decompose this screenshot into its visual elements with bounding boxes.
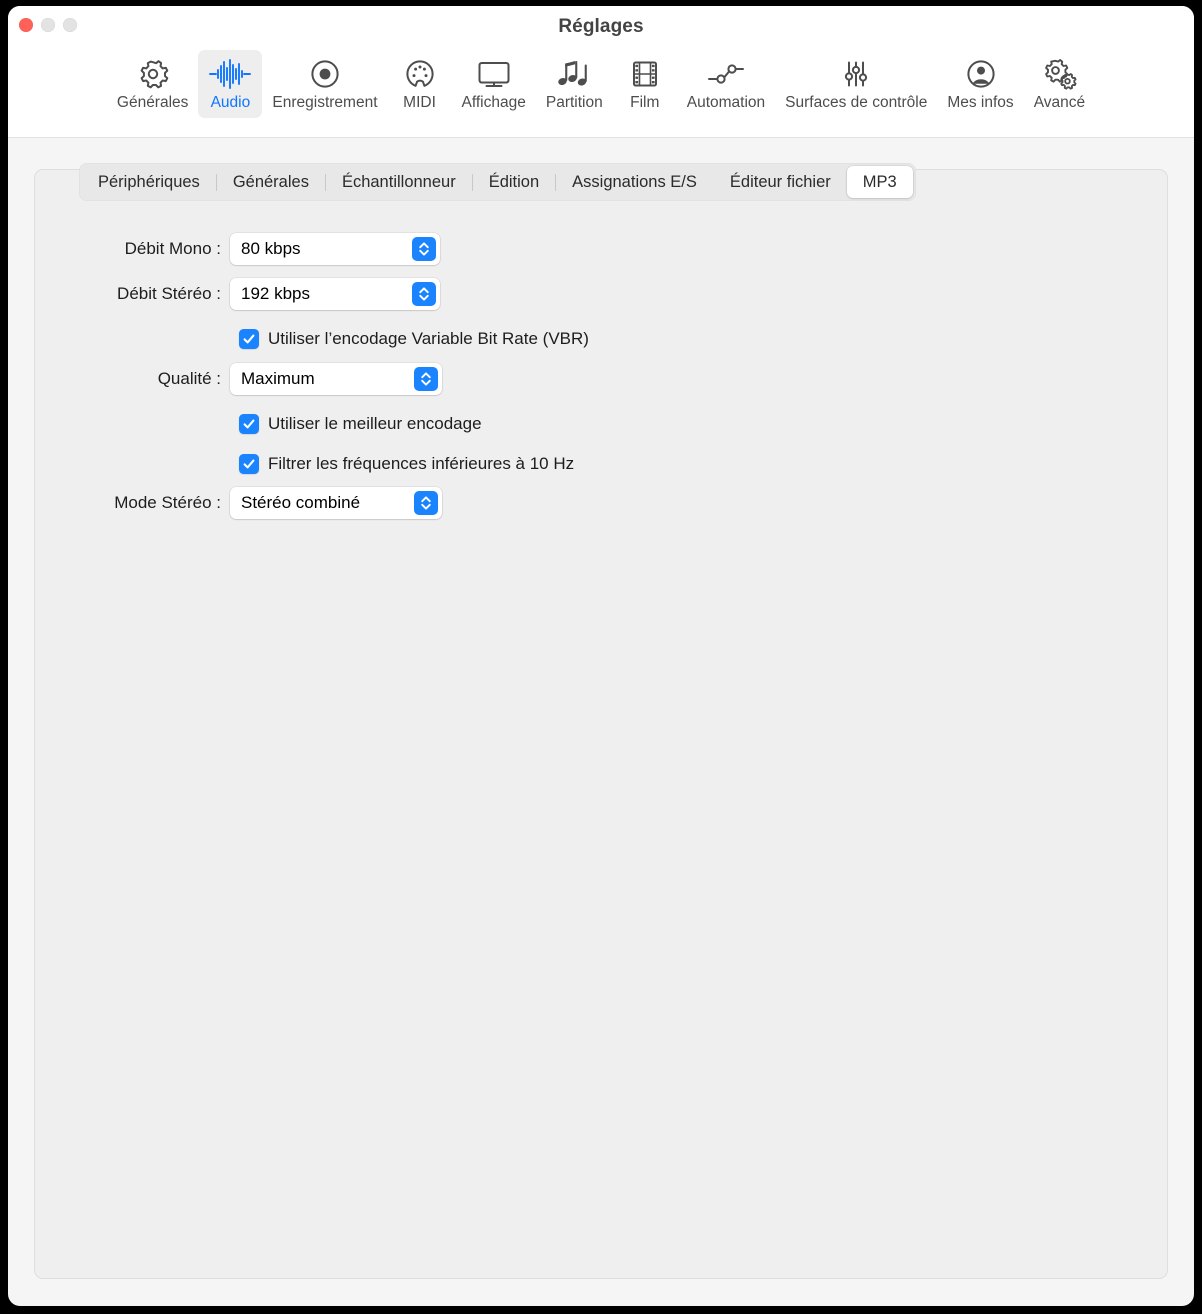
toolbar-item-surfaces-de-controle[interactable]: Surfaces de contrôle bbox=[775, 50, 937, 118]
tab-edition[interactable]: Édition bbox=[473, 166, 555, 198]
row-mode-stereo: Mode Stéréo : Stéréo combiné bbox=[8, 483, 1194, 523]
toolbar-item-label: Surfaces de contrôle bbox=[785, 94, 928, 111]
best-encoding-checkbox[interactable] bbox=[239, 414, 259, 434]
waveform-icon bbox=[208, 57, 252, 91]
tab-label: Échantillonneur bbox=[341, 172, 456, 191]
film-strip-icon bbox=[628, 57, 662, 91]
mp3-settings-form: Débit Mono : 80 kbps Débit Stéréo : 192 … bbox=[8, 229, 1194, 528]
toolbar-item-label: Automation bbox=[686, 94, 766, 111]
gear-icon bbox=[136, 57, 170, 91]
settings-toolbar: Générales Audio Enregistrement MIDI Affi… bbox=[8, 50, 1194, 118]
audio-tab-bar: Périphériques Générales Échantillonneur … bbox=[79, 163, 916, 201]
vbr-checkbox[interactable] bbox=[239, 329, 259, 349]
mode-stereo-value: Stéréo combiné bbox=[241, 493, 361, 512]
automation-nodes-icon bbox=[706, 57, 746, 91]
toolbar-item-avance[interactable]: Avancé bbox=[1024, 50, 1095, 118]
best-encoding-label: Utiliser le meilleur encodage bbox=[268, 414, 482, 433]
chevron-updown-icon[interactable] bbox=[412, 237, 436, 261]
toolbar-item-generales[interactable]: Générales bbox=[107, 50, 199, 118]
toolbar-item-label: MIDI bbox=[403, 94, 436, 111]
row-debit-stereo: Débit Stéréo : 192 kbps bbox=[8, 274, 1194, 314]
tab-label: Édition bbox=[488, 172, 540, 191]
chevron-updown-icon[interactable] bbox=[412, 282, 436, 306]
filter-freq-checkbox[interactable] bbox=[239, 454, 259, 474]
tab-label: Éditeur fichier bbox=[729, 172, 831, 191]
vbr-label: Utiliser l’encodage Variable Bit Rate (V… bbox=[268, 329, 589, 348]
toolbar-item-label: Générales bbox=[116, 94, 189, 111]
row-qualite: Qualité : Maximum bbox=[8, 359, 1194, 399]
toolbar-item-midi[interactable]: MIDI bbox=[388, 50, 452, 118]
row-debit-mono: Débit Mono : 80 kbps bbox=[8, 229, 1194, 269]
debit-stereo-popup-button[interactable]: 192 kbps bbox=[230, 278, 440, 310]
tab-editeur-fichier[interactable]: Éditeur fichier bbox=[714, 166, 847, 198]
tab-mp3[interactable]: MP3 bbox=[846, 166, 913, 198]
display-monitor-icon bbox=[476, 57, 512, 91]
toolbar-item-mes-infos[interactable]: Mes infos bbox=[937, 50, 1023, 118]
tab-label: Périphériques bbox=[98, 172, 200, 191]
toolbar-item-label: Enregistrement bbox=[272, 94, 378, 111]
record-circle-icon bbox=[308, 57, 342, 91]
toolbar-item-label: Audio bbox=[210, 94, 251, 111]
toolbar-item-partition[interactable]: Partition bbox=[536, 50, 613, 118]
double-gear-icon bbox=[1041, 57, 1077, 91]
window-titlebar: Réglages Générales Audio Enregistrement … bbox=[8, 6, 1194, 138]
qualite-value: Maximum bbox=[241, 369, 315, 388]
debit-mono-value: 80 kbps bbox=[241, 239, 301, 258]
debit-mono-popup-button[interactable]: 80 kbps bbox=[230, 233, 440, 265]
sliders-icon bbox=[839, 57, 873, 91]
tab-generales[interactable]: Générales bbox=[217, 166, 325, 198]
debit-stereo-value: 192 kbps bbox=[241, 284, 310, 303]
tab-echantillonneur[interactable]: Échantillonneur bbox=[326, 166, 472, 198]
checkmark-icon bbox=[243, 334, 255, 344]
window-title: Réglages bbox=[558, 16, 644, 37]
row-vbr: Utiliser l’encodage Variable Bit Rate (V… bbox=[8, 319, 1194, 359]
debit-mono-label: Débit Mono : bbox=[124, 239, 221, 258]
checkmark-icon bbox=[243, 419, 255, 429]
toolbar-item-film[interactable]: Film bbox=[613, 50, 677, 118]
toolbar-item-label: Affichage bbox=[461, 94, 526, 111]
mode-stereo-popup-button[interactable]: Stéréo combiné bbox=[230, 487, 442, 519]
toolbar-item-enregistrement[interactable]: Enregistrement bbox=[262, 50, 387, 118]
music-notes-icon bbox=[555, 57, 593, 91]
qualite-popup-button[interactable]: Maximum bbox=[230, 363, 442, 395]
row-filter-freq: Filtrer les fréquences inférieures à 10 … bbox=[8, 444, 1194, 484]
chevron-updown-icon[interactable] bbox=[414, 367, 438, 391]
toolbar-item-label: Partition bbox=[545, 94, 603, 111]
tab-label: Générales bbox=[232, 172, 309, 191]
tab-peripheriques[interactable]: Périphériques bbox=[82, 166, 216, 198]
user-circle-icon bbox=[964, 57, 998, 91]
tab-label: Assignations E/S bbox=[572, 172, 697, 191]
qualite-label: Qualité : bbox=[157, 369, 221, 388]
row-best-encoding: Utiliser le meilleur encodage bbox=[8, 404, 1194, 444]
mode-stereo-label: Mode Stéréo : bbox=[114, 493, 221, 512]
settings-window: Réglages Générales Audio Enregistrement … bbox=[8, 6, 1194, 1306]
toolbar-item-affichage[interactable]: Affichage bbox=[452, 50, 536, 118]
filter-freq-label: Filtrer les fréquences inférieures à 10 … bbox=[268, 454, 575, 473]
toolbar-item-label: Mes infos bbox=[947, 94, 1014, 111]
toolbar-item-label: Avancé bbox=[1033, 94, 1086, 111]
toolbar-item-audio[interactable]: Audio bbox=[198, 50, 263, 118]
tab-assignations-es[interactable]: Assignations E/S bbox=[556, 166, 713, 198]
midi-connector-icon bbox=[403, 57, 437, 91]
toolbar-item-label: Film bbox=[630, 94, 660, 111]
debit-stereo-label: Débit Stéréo : bbox=[117, 284, 221, 303]
tab-label: MP3 bbox=[862, 172, 897, 191]
checkmark-icon bbox=[243, 459, 255, 469]
chevron-updown-icon[interactable] bbox=[414, 491, 438, 515]
toolbar-item-automation[interactable]: Automation bbox=[677, 50, 775, 118]
